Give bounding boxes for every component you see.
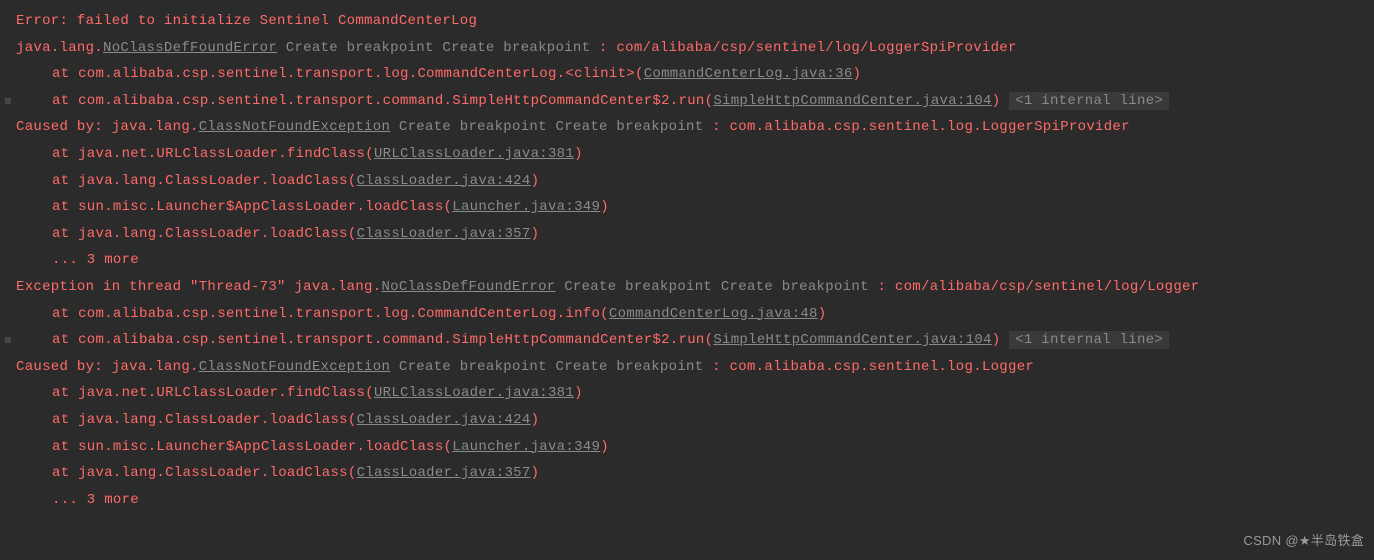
- console-text: ... 3 more: [52, 492, 139, 508]
- console-line: ... 3 more: [0, 247, 1374, 274]
- console-line: at sun.misc.Launcher$AppClassLoader.load…: [0, 194, 1374, 221]
- console-text: at com.alibaba.csp.sentinel.transport.lo…: [52, 66, 644, 82]
- create-breakpoint-link[interactable]: Create breakpoint: [721, 279, 869, 295]
- console-text: ): [992, 93, 1009, 109]
- console-text: at java.lang.ClassLoader.loadClass(: [52, 173, 357, 189]
- console-line: Caused by: java.lang.ClassNotFoundExcept…: [0, 354, 1374, 381]
- console-text: ): [853, 66, 862, 82]
- console-line: at java.lang.ClassLoader.loadClass(Class…: [0, 460, 1374, 487]
- console-text: ... 3 more: [52, 252, 139, 268]
- console-text: at sun.misc.Launcher$AppClassLoader.load…: [52, 439, 452, 455]
- source-file-link[interactable]: ClassLoader.java:357: [357, 226, 531, 242]
- exception-class-link[interactable]: ClassNotFoundException: [199, 359, 390, 375]
- expand-icon[interactable]: ⊞: [0, 332, 16, 351]
- console-text: at com.alibaba.csp.sentinel.transport.co…: [52, 93, 713, 109]
- watermark: CSDN @★半岛铁盒: [1243, 529, 1364, 554]
- source-file-link[interactable]: CommandCenterLog.java:48: [609, 306, 818, 322]
- console-line: at java.lang.ClassLoader.loadClass(Class…: [0, 168, 1374, 195]
- console-text: [547, 359, 556, 375]
- console-text: [277, 40, 286, 56]
- create-breakpoint-link[interactable]: Create breakpoint: [564, 279, 712, 295]
- console-text: ): [531, 412, 540, 428]
- source-file-link[interactable]: Launcher.java:349: [452, 199, 600, 215]
- exception-class-link[interactable]: ClassNotFoundException: [199, 119, 390, 135]
- console-text: Caused by: java.lang.: [16, 359, 199, 375]
- exception-class-link[interactable]: NoClassDefFoundError: [103, 40, 277, 56]
- console-text: ): [574, 146, 583, 162]
- console-text: : com/alibaba/csp/sentinel/log/LoggerSpi…: [590, 40, 1016, 56]
- console-line: at java.net.URLClassLoader.findClass(URL…: [0, 141, 1374, 168]
- console-line: java.lang.NoClassDefFoundError Create br…: [0, 35, 1374, 62]
- console-line: at java.lang.ClassLoader.loadClass(Class…: [0, 407, 1374, 434]
- console-output: Error: failed to initialize Sentinel Com…: [0, 8, 1374, 513]
- console-line: ... 3 more: [0, 487, 1374, 514]
- console-text: [390, 359, 399, 375]
- console-text: ): [531, 465, 540, 481]
- create-breakpoint-link[interactable]: Create breakpoint: [286, 40, 434, 56]
- console-text: : com/alibaba/csp/sentinel/log/Logger: [869, 279, 1200, 295]
- console-text: : com.alibaba.csp.sentinel.log.LoggerSpi…: [703, 119, 1129, 135]
- source-file-link[interactable]: URLClassLoader.java:381: [374, 146, 574, 162]
- internal-line-toggle[interactable]: <1 internal line>: [1009, 92, 1169, 110]
- console-text: Exception in thread "Thread-73" java.lan…: [16, 279, 381, 295]
- source-file-link[interactable]: URLClassLoader.java:381: [374, 385, 574, 401]
- source-file-link[interactable]: Launcher.java:349: [452, 439, 600, 455]
- console-line: at java.net.URLClassLoader.findClass(URL…: [0, 380, 1374, 407]
- console-line: Error: failed to initialize Sentinel Com…: [0, 8, 1374, 35]
- console-text: at java.net.URLClassLoader.findClass(: [52, 385, 374, 401]
- source-file-link[interactable]: ClassLoader.java:357: [357, 465, 531, 481]
- source-file-link[interactable]: CommandCenterLog.java:36: [644, 66, 853, 82]
- expand-icon[interactable]: ⊞: [0, 93, 16, 112]
- internal-line-toggle[interactable]: <1 internal line>: [1009, 331, 1169, 349]
- console-text: ): [574, 385, 583, 401]
- console-line: ⊞ at com.alibaba.csp.sentinel.transport.c…: [0, 88, 1374, 115]
- source-file-link[interactable]: SimpleHttpCommandCenter.java:104: [713, 93, 991, 109]
- console-text: ): [600, 439, 609, 455]
- console-text: at java.lang.ClassLoader.loadClass(: [52, 412, 357, 428]
- exception-class-link[interactable]: NoClassDefFoundError: [381, 279, 555, 295]
- console-text: at sun.misc.Launcher$AppClassLoader.load…: [52, 199, 452, 215]
- source-file-link[interactable]: SimpleHttpCommandCenter.java:104: [713, 332, 991, 348]
- create-breakpoint-link[interactable]: Create breakpoint: [556, 359, 704, 375]
- console-line: Exception in thread "Thread-73" java.lan…: [0, 274, 1374, 301]
- create-breakpoint-link[interactable]: Create breakpoint: [399, 119, 547, 135]
- source-file-link[interactable]: ClassLoader.java:424: [357, 173, 531, 189]
- console-text: at java.net.URLClassLoader.findClass(: [52, 146, 374, 162]
- create-breakpoint-link[interactable]: Create breakpoint: [399, 359, 547, 375]
- console-text: ): [531, 173, 540, 189]
- console-text: ): [600, 199, 609, 215]
- console-text: [547, 119, 556, 135]
- console-text: : com.alibaba.csp.sentinel.log.Logger: [703, 359, 1034, 375]
- console-text: at com.alibaba.csp.sentinel.transport.lo…: [52, 306, 609, 322]
- console-line: Caused by: java.lang.ClassNotFoundExcept…: [0, 114, 1374, 141]
- console-text: [390, 119, 399, 135]
- console-text: at java.lang.ClassLoader.loadClass(: [52, 465, 357, 481]
- console-text: java.lang.: [16, 40, 103, 56]
- console-text: at java.lang.ClassLoader.loadClass(: [52, 226, 357, 242]
- console-line: at java.lang.ClassLoader.loadClass(Class…: [0, 221, 1374, 248]
- create-breakpoint-link[interactable]: Create breakpoint: [556, 119, 704, 135]
- create-breakpoint-link[interactable]: Create breakpoint: [442, 40, 590, 56]
- console-line: at com.alibaba.csp.sentinel.transport.lo…: [0, 61, 1374, 88]
- console-text: Caused by: java.lang.: [16, 119, 199, 135]
- console-text: Error: failed to initialize Sentinel Com…: [16, 13, 477, 29]
- console-text: ): [818, 306, 827, 322]
- console-line: at sun.misc.Launcher$AppClassLoader.load…: [0, 434, 1374, 461]
- console-line: at com.alibaba.csp.sentinel.transport.lo…: [0, 301, 1374, 328]
- source-file-link[interactable]: ClassLoader.java:424: [357, 412, 531, 428]
- console-line: ⊞ at com.alibaba.csp.sentinel.transport.c…: [0, 327, 1374, 354]
- console-text: at com.alibaba.csp.sentinel.transport.co…: [52, 332, 713, 348]
- console-text: ): [531, 226, 540, 242]
- console-text: [556, 279, 565, 295]
- console-text: ): [992, 332, 1009, 348]
- console-text: [712, 279, 721, 295]
